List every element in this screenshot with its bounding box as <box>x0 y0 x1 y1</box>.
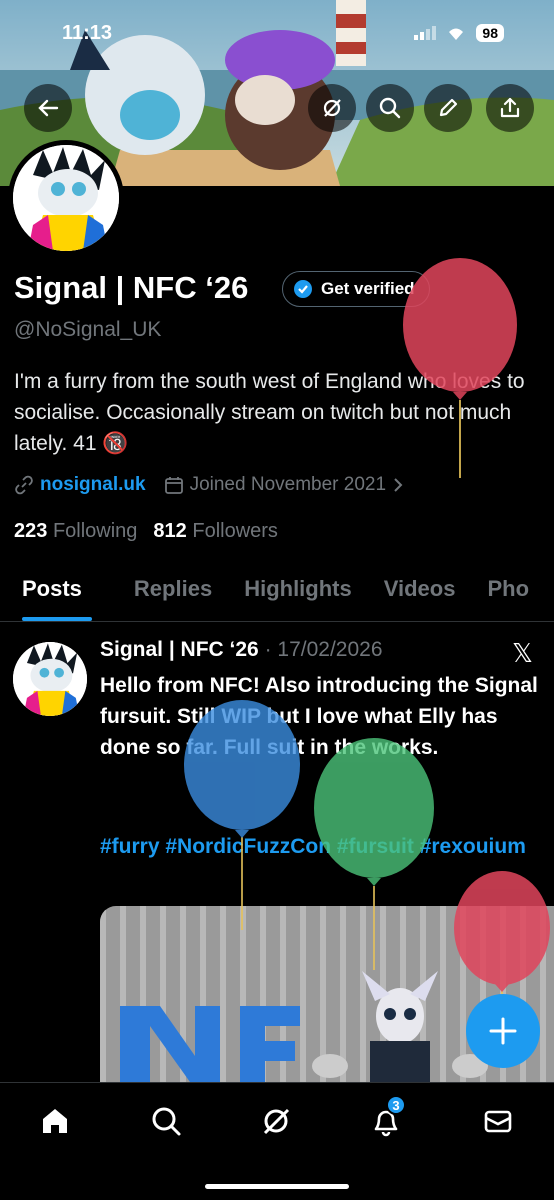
tab-posts[interactable]: Posts <box>0 564 98 621</box>
x-logo-icon: 𝕏 <box>512 638 533 668</box>
chevron-right-icon[interactable] <box>392 477 404 493</box>
edit-icon <box>439 98 458 117</box>
compose-button[interactable] <box>466 994 540 1068</box>
followers-count: 812 <box>153 520 187 542</box>
followers-stat[interactable]: 812 Followers <box>153 520 278 543</box>
tab-highlights[interactable]: Highlights <box>228 564 368 621</box>
nav-grok[interactable] <box>256 1101 296 1141</box>
share-button[interactable] <box>486 84 534 132</box>
back-arrow-icon <box>38 99 59 117</box>
profile-bio: I'm a furry from the south west of Engla… <box>14 370 525 455</box>
verified-check-icon <box>294 280 312 298</box>
profile-meta: nosignal.uk Joined November 2021 <box>14 474 404 496</box>
home-indicator <box>205 1184 349 1189</box>
tab-replies[interactable]: Replies <box>98 564 228 621</box>
plus-icon <box>489 1017 517 1045</box>
follow-counts: 223 Following 812 Followers <box>14 520 278 543</box>
profile-handle: @NoSignal_UK <box>14 318 162 341</box>
signal-icon <box>414 26 437 40</box>
search-icon <box>152 1107 181 1136</box>
profile-tabs: Posts Replies Highlights Videos Pho <box>0 564 554 622</box>
profile-avatar-frame[interactable] <box>8 140 124 256</box>
battery-level: 98 <box>476 24 504 42</box>
nav-home[interactable] <box>35 1101 75 1141</box>
wifi-icon <box>449 28 464 40</box>
get-verified-label: Get verified <box>321 279 415 298</box>
post-author-name[interactable]: Signal | NFC ‘26 <box>100 638 259 661</box>
post-header: Signal | NFC ‘26 · 17/02/2026 <box>100 638 383 662</box>
search-icon <box>379 97 401 119</box>
grok-icon <box>323 99 341 117</box>
post-author-avatar[interactable] <box>13 642 87 716</box>
profile-joined: Joined November 2021 <box>164 474 404 496</box>
joined-date: Joined November 2021 <box>189 474 387 495</box>
profile-link[interactable]: nosignal.uk <box>14 474 146 496</box>
avatar <box>13 145 119 251</box>
nav-messages[interactable] <box>478 1101 518 1141</box>
search-button[interactable] <box>366 84 414 132</box>
grok-icon <box>263 1108 290 1135</box>
nav-notifications[interactable]: 3 <box>366 1095 406 1141</box>
bottom-nav: 3 <box>0 1082 554 1200</box>
get-verified-button[interactable]: Get verified <box>282 271 430 307</box>
edit-button[interactable] <box>424 84 472 132</box>
status-time: 11:13 <box>62 22 113 44</box>
profile-link-text: nosignal.uk <box>40 474 146 495</box>
link-icon <box>15 475 33 495</box>
back-button[interactable] <box>24 84 72 132</box>
grok-button[interactable] <box>308 84 356 132</box>
profile-name: Signal | NFC ‘26 <box>14 270 249 305</box>
tab-photos[interactable]: Pho <box>471 564 545 621</box>
post-hashtags[interactable]: #furry #NordicFuzzCon #fursuit #rexouium <box>100 830 540 863</box>
notification-badge: 3 <box>386 1095 406 1115</box>
following-label: Following <box>52 520 138 542</box>
following-stat[interactable]: 223 Following <box>14 520 137 543</box>
post-text: Hello from NFC! Also introducing the Sig… <box>100 674 538 759</box>
calendar-icon <box>164 477 183 494</box>
share-icon <box>500 97 520 118</box>
mail-icon <box>484 1110 512 1133</box>
post-date[interactable]: · 17/02/2026 <box>265 638 383 661</box>
followers-label: Followers <box>192 520 278 542</box>
status-indicators: 98 <box>414 24 504 42</box>
following-count: 223 <box>14 520 48 542</box>
tab-videos[interactable]: Videos <box>368 564 472 621</box>
nav-search[interactable] <box>146 1101 186 1141</box>
home-icon <box>43 1109 67 1133</box>
